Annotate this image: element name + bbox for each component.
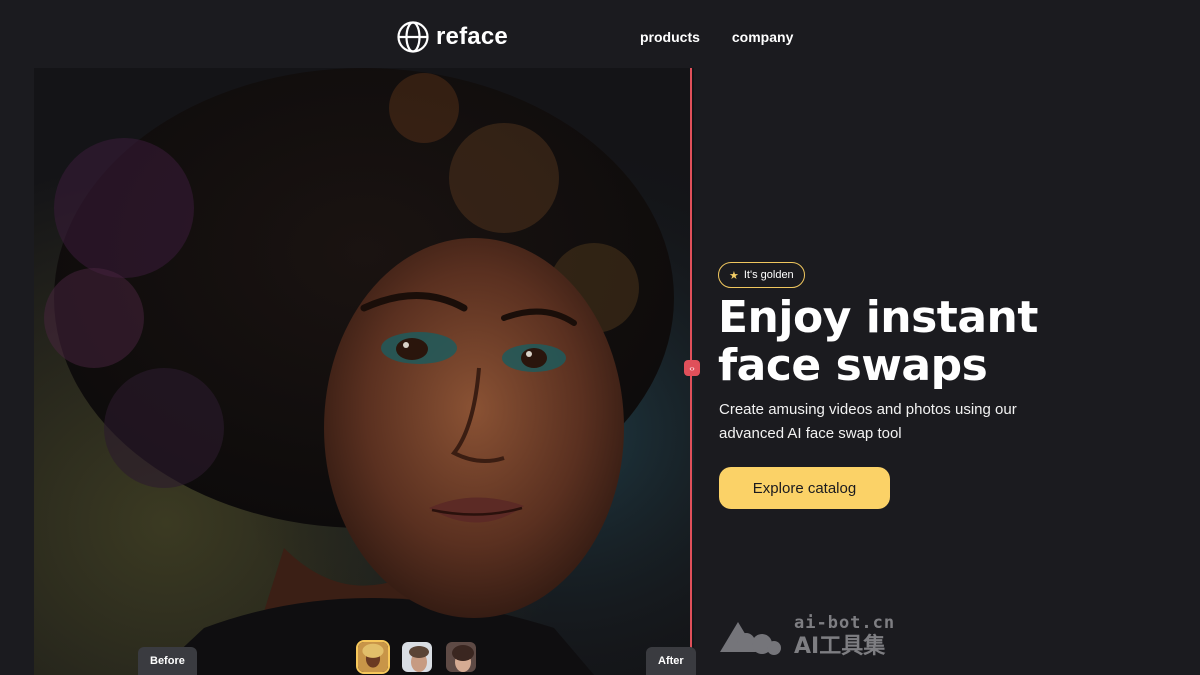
star-icon: ★ [729, 269, 739, 282]
headline-line-1: Enjoy instant [718, 292, 1038, 343]
thumbnail-3[interactable] [444, 640, 478, 674]
watermark-line-1: ai-bot.cn [794, 612, 896, 633]
before-label[interactable]: Before [138, 647, 197, 675]
after-label[interactable]: After [646, 647, 696, 675]
headline-line-2: face swaps [718, 340, 988, 391]
portrait-illustration [34, 68, 694, 675]
header: reface products company [0, 0, 1200, 70]
reface-logo-icon [397, 21, 429, 53]
nav-company-link[interactable]: company [732, 29, 793, 45]
compare-slider-handle[interactable]: ‹› [684, 360, 700, 376]
page: reface products company ‹› Before After … [0, 0, 1200, 675]
explore-catalog-button[interactable]: Explore catalog [719, 467, 890, 509]
watermark: ai-bot.cn AI工具集 [716, 612, 895, 660]
hero-portrait-image [34, 68, 694, 675]
thumbnail-selector [356, 640, 478, 674]
thumbnail-1[interactable] [356, 640, 390, 674]
watermark-line-2: AI工具集 [794, 633, 886, 659]
watermark-logo-icon [720, 622, 781, 655]
status-badge: ★ It's golden [718, 262, 805, 288]
logo-text: reface [436, 23, 508, 50]
nav-products-link[interactable]: products [640, 29, 700, 45]
badge-label: It's golden [743, 269, 794, 281]
watermark-text: ai-bot.cn AI工具集 [794, 612, 896, 659]
main-nav: products company [640, 29, 793, 45]
reface-logo[interactable]: reface [396, 20, 508, 54]
thumbnail-2[interactable] [400, 640, 434, 674]
page-title: Enjoy instant face swaps [718, 294, 1118, 390]
hero-subtitle: Create amusing videos and photos using o… [719, 401, 1017, 442]
